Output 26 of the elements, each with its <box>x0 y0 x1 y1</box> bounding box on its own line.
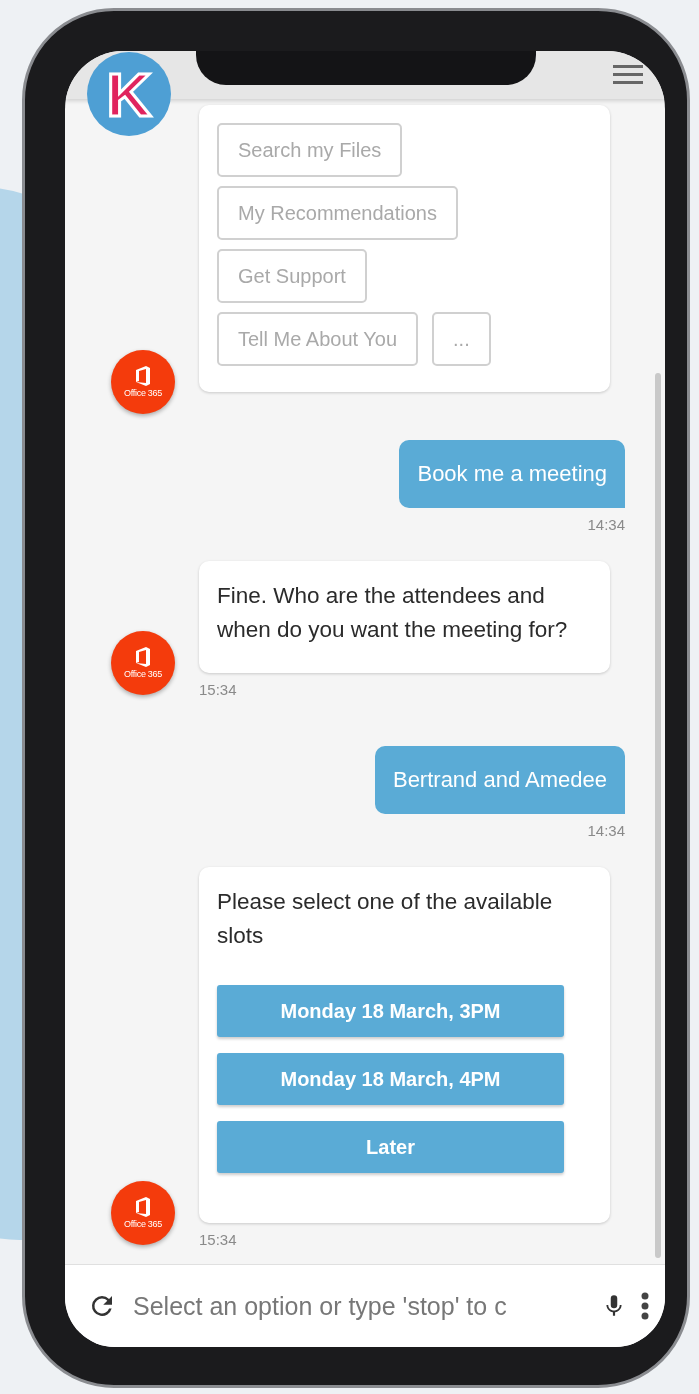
option-chip[interactable]: Tell Me About You <box>217 312 418 366</box>
bot-message-text: Fine. Who are the attendees and when do you want the meeting for? <box>217 582 569 644</box>
slot-button[interactable]: Monday 18 March, 4PM <box>217 1053 564 1105</box>
user-message-bubble: Bertrand and Amedee <box>374 746 625 814</box>
user-message-bubble: Book me a meeting <box>399 440 625 508</box>
option-chip[interactable]: ... <box>432 312 491 366</box>
office-icon <box>135 366 151 386</box>
bot-message-text: Please select one of the available slots <box>217 888 554 950</box>
office-icon <box>135 647 151 667</box>
slot-button[interactable]: Later <box>217 1121 564 1173</box>
menu-icon[interactable] <box>613 64 643 86</box>
message-time: 14:34 <box>587 822 625 839</box>
option-chip[interactable]: Search my Files <box>217 123 403 177</box>
avatar-label: Office 365 <box>124 669 162 679</box>
avatar-label: Office 365 <box>124 1219 162 1229</box>
scrollbar[interactable] <box>655 373 661 1258</box>
slot-button[interactable]: Monday 18 March, 3PM <box>217 985 564 1037</box>
office-icon <box>135 1197 151 1217</box>
app-logo: K <box>87 52 171 136</box>
message-time: 14:34 <box>587 516 625 533</box>
message-time: 15:34 <box>199 1231 238 1248</box>
more-options-icon[interactable] <box>641 1292 649 1320</box>
option-chip[interactable]: Get Support <box>217 249 367 303</box>
avatar-label: Office 365 <box>124 388 162 398</box>
option-chip[interactable]: My Recommendations <box>217 186 458 240</box>
message-time: 15:34 <box>199 681 238 698</box>
